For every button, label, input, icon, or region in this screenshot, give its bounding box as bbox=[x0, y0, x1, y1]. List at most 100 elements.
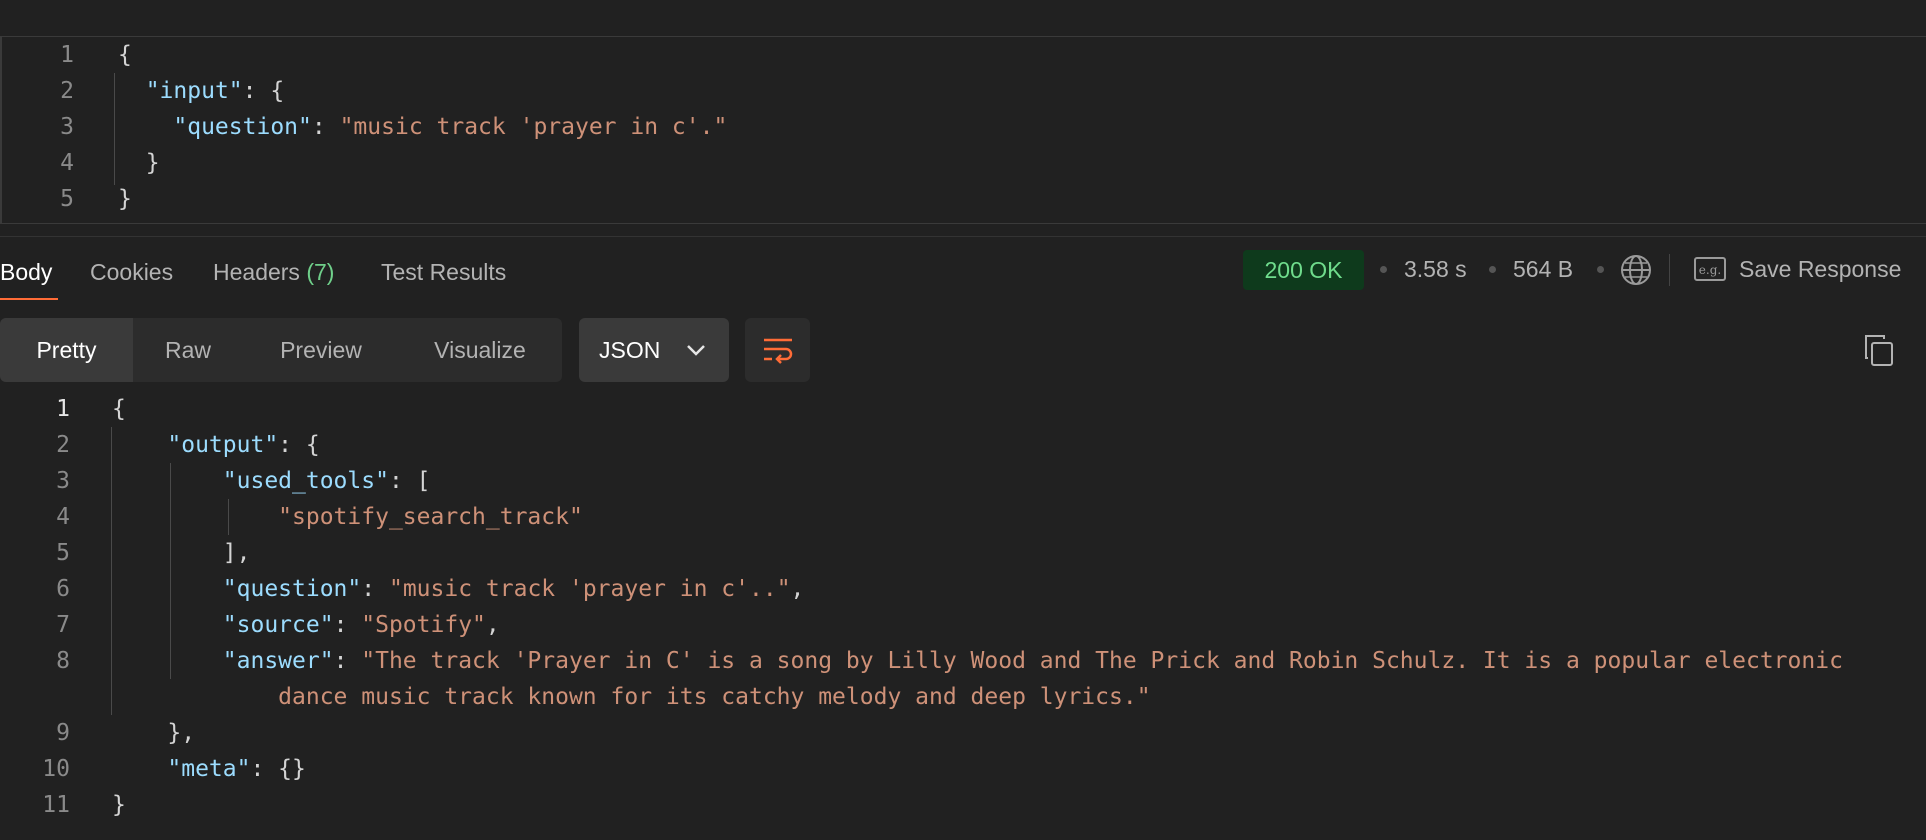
json-punctuation: : {} bbox=[250, 756, 306, 782]
active-tab-indicator bbox=[0, 298, 58, 300]
json-string: "music track 'prayer in c'." bbox=[339, 114, 728, 140]
tab-body[interactable]: Body bbox=[0, 259, 52, 286]
headers-count-badge: (7) bbox=[306, 259, 335, 285]
divider bbox=[1669, 254, 1670, 286]
line-number: 5 bbox=[60, 186, 74, 212]
json-punctuation bbox=[112, 468, 223, 494]
code-text: }, bbox=[112, 715, 195, 751]
line-number: 5 bbox=[56, 540, 70, 566]
json-punctuation: , bbox=[790, 576, 805, 602]
json-punctuation: } bbox=[118, 150, 160, 176]
code-text: "meta": {} bbox=[112, 751, 306, 787]
json-string: dance music track known for its catchy m… bbox=[278, 684, 1151, 710]
response-size[interactable]: 564 B bbox=[1513, 256, 1573, 283]
json-punctuation bbox=[112, 612, 223, 638]
format-select[interactable]: JSON bbox=[579, 318, 729, 382]
line-number: 9 bbox=[56, 720, 70, 746]
save-response-label: Save Response bbox=[1739, 256, 1902, 282]
code-text: { bbox=[118, 37, 132, 73]
code-text: } bbox=[118, 181, 132, 217]
code-text: dance music track known for its catchy m… bbox=[112, 679, 1151, 715]
json-punctuation: : bbox=[311, 114, 340, 140]
tab-headers-label: Headers bbox=[213, 259, 300, 285]
code-text: "input": { bbox=[118, 73, 284, 109]
line-number: 4 bbox=[56, 504, 70, 530]
status-badge[interactable]: 200 OK bbox=[1243, 250, 1364, 290]
view-pretty-button[interactable]: Pretty bbox=[0, 318, 133, 382]
response-time[interactable]: 3.58 s bbox=[1404, 256, 1467, 283]
view-mode-group: Pretty Raw Preview Visualize bbox=[0, 318, 562, 382]
response-body-viewer[interactable]: 1 {2 "output": { 3 "used_tools": [ 4 "spoti… bbox=[0, 391, 1926, 840]
line-number: 2 bbox=[60, 78, 74, 104]
view-raw-button[interactable]: Raw bbox=[133, 318, 243, 382]
json-punctuation bbox=[112, 576, 223, 602]
globe-icon[interactable] bbox=[1619, 253, 1653, 287]
json-key: "input" bbox=[145, 78, 243, 104]
json-key: "answer" bbox=[222, 648, 334, 674]
tab-headers[interactable]: Headers (7) bbox=[213, 259, 334, 286]
json-punctuation bbox=[112, 432, 167, 458]
example-icon: e.g. bbox=[1694, 257, 1726, 281]
json-key: "output" bbox=[167, 432, 279, 458]
json-punctuation: } bbox=[112, 792, 126, 818]
code-text: "output": { bbox=[112, 427, 319, 463]
json-punctuation: }, bbox=[112, 720, 196, 746]
line-number: 4 bbox=[60, 150, 74, 176]
separator-dot bbox=[1597, 266, 1604, 273]
json-punctuation: { bbox=[112, 396, 126, 422]
json-string: "The track 'Prayer in C' is a song by Li… bbox=[361, 648, 1843, 674]
code-text: "source": "Spotify", bbox=[112, 607, 500, 643]
json-punctuation: , bbox=[485, 612, 500, 638]
tab-cookies[interactable]: Cookies bbox=[90, 259, 173, 286]
line-number: 6 bbox=[56, 576, 70, 602]
json-punctuation: : [ bbox=[388, 468, 431, 494]
json-string: "Spotify" bbox=[361, 612, 486, 638]
request-body-editor[interactable]: 1 {2 "input": { 3 "question": "music track… bbox=[0, 36, 1926, 224]
code-text: "answer": "The track 'Prayer in C' is a … bbox=[112, 643, 1843, 679]
json-punctuation: : bbox=[333, 612, 362, 638]
line-number: 10 bbox=[42, 756, 70, 782]
wrap-lines-button[interactable] bbox=[745, 318, 810, 382]
tab-test-results[interactable]: Test Results bbox=[381, 259, 506, 286]
line-number: 7 bbox=[56, 612, 70, 638]
code-text: "question": "music track 'prayer in c'." bbox=[118, 109, 727, 145]
code-text: { bbox=[112, 391, 126, 427]
json-punctuation: ], bbox=[112, 540, 251, 566]
json-key: "question" bbox=[173, 114, 312, 140]
json-punctuation bbox=[112, 504, 278, 530]
code-text: "question": "music track 'prayer in c'..… bbox=[112, 571, 805, 607]
chevron-down-icon bbox=[687, 345, 705, 356]
json-key: "used_tools" bbox=[222, 468, 389, 494]
json-key: "question" bbox=[222, 576, 362, 602]
svg-text:e.g.: e.g. bbox=[1699, 263, 1721, 277]
view-visualize-button[interactable]: Visualize bbox=[412, 318, 548, 382]
line-number: 1 bbox=[56, 396, 70, 422]
code-text: } bbox=[118, 145, 160, 181]
json-string: "spotify_search_track" bbox=[278, 504, 583, 530]
code-text: ], bbox=[112, 535, 251, 571]
json-string: "music track 'prayer in c'.." bbox=[388, 576, 791, 602]
json-punctuation: : bbox=[333, 648, 362, 674]
wrap-lines-icon bbox=[764, 338, 793, 364]
json-punctuation bbox=[112, 684, 278, 710]
json-punctuation bbox=[112, 756, 167, 782]
json-punctuation bbox=[118, 78, 146, 104]
line-number: 2 bbox=[56, 432, 70, 458]
line-number: 3 bbox=[56, 468, 70, 494]
copy-icon[interactable] bbox=[1862, 332, 1896, 368]
view-preview-button[interactable]: Preview bbox=[258, 318, 384, 382]
json-key: "source" bbox=[222, 612, 334, 638]
line-number: 8 bbox=[56, 648, 70, 674]
json-punctuation: { bbox=[118, 42, 132, 68]
separator-dot bbox=[1380, 266, 1387, 273]
json-punctuation: : { bbox=[242, 78, 285, 104]
json-punctuation bbox=[112, 648, 223, 674]
code-text: } bbox=[112, 787, 126, 823]
code-text: "spotify_search_track" bbox=[112, 499, 583, 535]
line-number: 3 bbox=[60, 114, 74, 140]
json-punctuation: : bbox=[361, 576, 389, 602]
json-punctuation bbox=[118, 114, 173, 140]
code-text: "used_tools": [ bbox=[112, 463, 431, 499]
line-number: 11 bbox=[42, 792, 70, 818]
line-number: 1 bbox=[60, 42, 74, 68]
